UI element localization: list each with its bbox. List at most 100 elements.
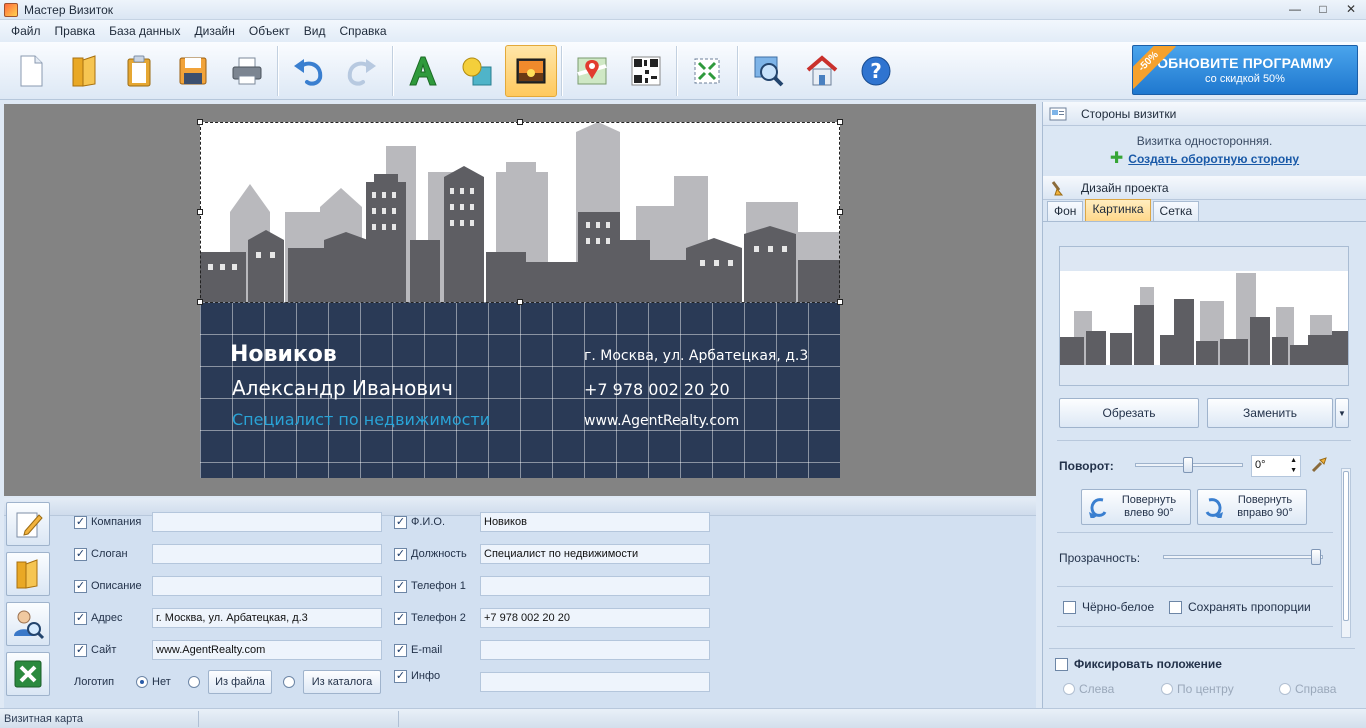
card-surname[interactable]: Новиков [230,342,337,367]
card-phone[interactable]: +7 978 002 20 20 [584,380,730,399]
card-address[interactable]: г. Москва, ул. Арбатецкая, д.3 [584,348,808,364]
tab-picture[interactable]: Картинка [1085,199,1151,221]
rotate-right-button[interactable]: Повернуть вправо 90° [1197,489,1307,525]
spinner-icon[interactable]: ▲ ▼ [1290,456,1297,476]
align-center-option[interactable]: По центру [1161,682,1234,696]
reset-brush-icon[interactable] [1309,455,1329,475]
replace-button[interactable]: Заменить [1207,398,1333,428]
info-checkbox[interactable]: ✓ [394,669,407,683]
logo-file-radio[interactable] [188,676,200,688]
description-input[interactable] [152,576,382,596]
help-button[interactable]: ? [850,45,902,97]
replace-dropdown-button[interactable]: ▼ [1335,398,1349,428]
contacts-button[interactable] [6,602,50,646]
qr-code-button[interactable] [620,45,672,97]
rotation-slider-thumb[interactable] [1183,457,1193,473]
fio-input[interactable]: Новиков [480,512,710,532]
resize-handle[interactable] [837,299,843,305]
design-canvas[interactable]: Новиков Александр Иванович Специалист по… [4,104,1036,496]
position-input[interactable]: Специалист по недвижимости [480,544,710,564]
logo-from-catalog-button[interactable]: Из каталога [303,670,381,694]
preview-button[interactable] [742,45,794,97]
add-shape-button[interactable] [451,45,503,97]
align-left-radio[interactable] [1063,683,1075,695]
scrollbar-thumb[interactable] [1343,471,1349,621]
resize-handle[interactable] [837,119,843,125]
phone2-input[interactable]: +7 978 002 20 20 [480,608,710,628]
logo-catalog-radio[interactable] [283,676,295,688]
open-button[interactable] [59,45,111,97]
slogan-checkbox[interactable]: ✓ [74,547,87,561]
print-button[interactable] [221,45,273,97]
card-full-name[interactable]: Александр Иванович [232,376,453,400]
description-checkbox[interactable]: ✓ [74,579,87,593]
menu-edit[interactable]: Правка [48,20,103,42]
logo-none-radio[interactable] [136,676,148,688]
undo-button[interactable] [282,45,334,97]
redo-button[interactable] [336,45,388,97]
excel-import-button[interactable] [6,652,50,696]
bw-option[interactable]: Чёрно-белое [1063,600,1154,614]
bw-checkbox[interactable] [1063,600,1076,614]
logo-from-file-button[interactable]: Из файла [208,670,272,694]
fit-page-button[interactable] [681,45,733,97]
map-button[interactable] [566,45,618,97]
minimize-button[interactable]: — [1288,1,1302,17]
fio-checkbox[interactable]: ✓ [394,515,407,529]
templates-button[interactable] [113,45,165,97]
menu-help[interactable]: Справка [332,20,393,42]
transparency-slider[interactable] [1163,555,1323,559]
logo-none-option[interactable]: Нет [136,672,171,692]
panel-scrollbar[interactable] [1341,468,1351,638]
align-right-option[interactable]: Справа [1279,682,1336,696]
resize-handle[interactable] [197,209,203,215]
card-website[interactable]: www.AgentRealty.com [584,413,739,429]
resize-handle[interactable] [837,209,843,215]
menu-file[interactable]: Файл [4,20,48,42]
transparency-slider-thumb[interactable] [1311,549,1321,565]
keep-ratio-checkbox[interactable] [1169,600,1182,614]
resize-handle[interactable] [517,119,523,125]
align-left-option[interactable]: Слева [1063,682,1114,696]
site-checkbox[interactable]: ✓ [74,643,87,657]
company-checkbox[interactable]: ✓ [74,515,87,529]
crop-button[interactable]: Обрезать [1059,398,1199,428]
maximize-button[interactable]: □ [1316,1,1330,17]
info-input[interactable] [480,672,710,692]
close-button[interactable]: ✕ [1344,1,1358,17]
phone1-checkbox[interactable]: ✓ [394,579,407,593]
upgrade-promo-button[interactable]: -50% ОБНОВИТЕ ПРОГРАММУ со скидкой 50% [1132,45,1358,95]
keep-ratio-option[interactable]: Сохранять пропорции [1169,600,1311,614]
home-button[interactable] [796,45,848,97]
resize-handle[interactable] [197,299,203,305]
site-input[interactable]: www.AgentRealty.com [152,640,382,660]
align-center-radio[interactable] [1161,683,1173,695]
city-skyline-image[interactable] [200,122,840,304]
align-right-radio[interactable] [1279,683,1291,695]
company-input[interactable] [152,512,382,532]
email-checkbox[interactable]: ✓ [394,643,407,657]
create-back-side-link[interactable]: Создать оборотную сторону [1128,152,1299,166]
resize-handle[interactable] [517,299,523,305]
email-input[interactable] [480,640,710,660]
add-image-button[interactable] [505,44,557,97]
tab-grid[interactable]: Сетка [1152,201,1200,221]
address-input[interactable]: г. Москва, ул. Арбатецкая, д.3 [152,608,382,628]
menu-database[interactable]: База данных [102,20,187,42]
phone1-input[interactable] [480,576,710,596]
address-checkbox[interactable]: ✓ [74,611,87,625]
load-data-button[interactable] [6,552,50,596]
menu-object[interactable]: Объект [242,20,297,42]
tab-background[interactable]: Фон [1047,201,1084,221]
rotation-input[interactable]: 0° ▲ ▼ [1251,455,1301,477]
save-button[interactable] [167,45,219,97]
phone2-checkbox[interactable]: ✓ [394,611,407,625]
fix-position-checkbox[interactable] [1055,657,1068,671]
rotate-left-button[interactable]: Повернуть влево 90° [1081,489,1191,525]
card-position[interactable]: Специалист по недвижимости [232,410,490,429]
add-text-button[interactable] [397,45,449,97]
edit-fields-button[interactable] [6,502,50,546]
position-checkbox[interactable]: ✓ [394,547,407,561]
menu-design[interactable]: Дизайн [188,20,242,42]
menu-view[interactable]: Вид [297,20,333,42]
